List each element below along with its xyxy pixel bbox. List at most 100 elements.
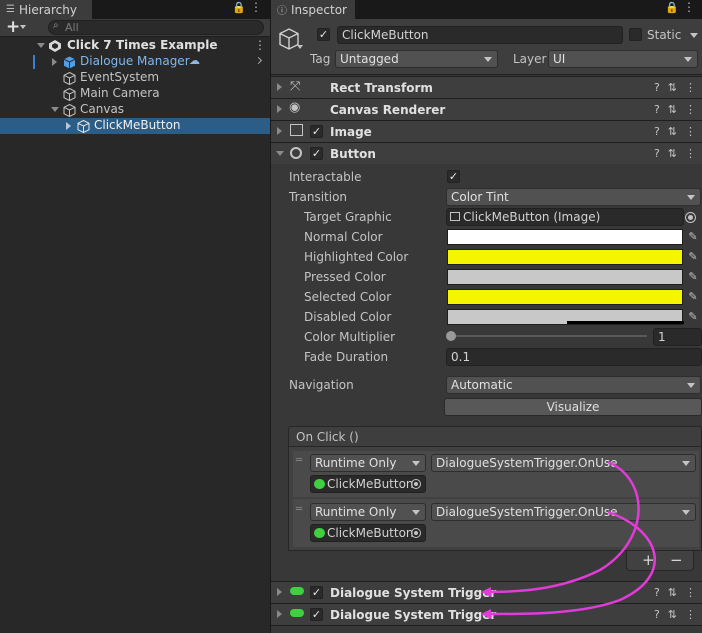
target-object-value: ClickMeButton	[327, 526, 414, 540]
add-event-button[interactable]: +	[642, 551, 655, 569]
visualize-button[interactable]: Visualize	[444, 398, 702, 416]
drag-handle-icon[interactable]: ═	[296, 455, 302, 466]
active-checkbox[interactable]: ✓	[317, 28, 330, 41]
transition-dropdown[interactable]: Color Tint	[446, 188, 701, 206]
component-button[interactable]: ✓ Button ? ⇅ ⋮	[271, 142, 702, 164]
static-checkbox[interactable]	[629, 28, 642, 41]
component-title: Button	[330, 146, 376, 161]
component-menu-icon[interactable]: ⋮	[685, 103, 696, 116]
object-name-field[interactable]: ClickMeButton	[337, 26, 623, 44]
remove-event-button[interactable]: −	[670, 551, 683, 569]
search-input[interactable]: ⌕ All	[48, 20, 264, 35]
layer-dropdown[interactable]: UI	[548, 50, 698, 68]
normal-color-swatch[interactable]	[447, 229, 683, 245]
target-graphic-field[interactable]: ClickMeButton (Image)	[446, 208, 684, 226]
function-dropdown[interactable]: DialogueSystemTrigger.OnUse	[431, 454, 696, 472]
component-dialogue-system-trigger[interactable]: ✓ Dialogue System Trigger ? ⇅ ⋮	[271, 581, 702, 603]
collapse-arrow-icon[interactable]	[276, 151, 284, 156]
expand-arrow-icon[interactable]	[277, 127, 282, 135]
chevron-right-icon[interactable]	[254, 56, 263, 65]
component-rect-transform[interactable]: ⤧ Rect Transform ? ⇅ ⋮	[271, 76, 702, 98]
pressed-color-swatch[interactable]	[447, 269, 683, 285]
drag-handle-icon[interactable]: ═	[296, 504, 302, 515]
eyedropper-icon[interactable]: ✎	[686, 230, 700, 244]
hierarchy-item-dialogue-manager[interactable]: Dialogue Manager ☁	[0, 54, 270, 70]
component-dialogue-system-trigger[interactable]: ✓ Dialogue System Trigger ? ⇅ ⋮	[271, 603, 702, 625]
component-canvas-renderer[interactable]: ◉ Canvas Renderer ? ⇅ ⋮	[271, 98, 702, 120]
kebab-menu-icon[interactable]: ⋮	[250, 0, 262, 14]
component-menu-icon[interactable]: ⋮	[685, 81, 696, 94]
preset-icon[interactable]: ⇅	[668, 81, 677, 94]
lock-icon[interactable]: 🔒	[665, 1, 679, 14]
preset-icon[interactable]: ⇅	[668, 586, 677, 599]
target-object-field[interactable]: ClickMeButton	[310, 524, 426, 542]
preset-icon[interactable]: ⇅	[668, 103, 677, 116]
object-picker-icon[interactable]	[411, 479, 421, 489]
fade-duration-field[interactable]: 0.1	[446, 348, 702, 366]
component-menu-icon[interactable]: ⋮	[685, 586, 696, 599]
expand-arrow-icon[interactable]	[51, 107, 59, 112]
expand-arrow-icon[interactable]	[277, 610, 282, 618]
help-icon[interactable]: ?	[654, 81, 660, 94]
selected-color-swatch[interactable]	[447, 289, 683, 305]
tab-inspector[interactable]: ⓘ Inspector	[271, 0, 355, 19]
disabled-color-swatch[interactable]	[447, 309, 684, 325]
function-dropdown[interactable]: DialogueSystemTrigger.OnUse	[431, 503, 696, 521]
preset-icon[interactable]: ⇅	[668, 125, 677, 138]
expand-arrow-icon[interactable]	[277, 83, 282, 91]
static-dropdown-icon[interactable]	[690, 33, 698, 38]
help-icon[interactable]: ?	[654, 608, 660, 621]
lock-icon[interactable]: 🔒	[232, 1, 246, 14]
component-enabled-checkbox[interactable]: ✓	[310, 586, 323, 599]
eyedropper-icon[interactable]: ✎	[686, 310, 700, 324]
interactable-checkbox[interactable]: ✓	[447, 170, 460, 183]
component-enabled-checkbox[interactable]: ✓	[310, 608, 323, 621]
static-label: Static	[647, 28, 682, 42]
help-icon[interactable]: ?	[654, 586, 660, 599]
kebab-menu-icon[interactable]: ⋮	[683, 0, 695, 14]
object-picker-icon[interactable]	[685, 212, 696, 223]
hierarchy-item-eventsystem[interactable]: EventSystem	[0, 70, 270, 86]
highlighted-color-swatch[interactable]	[447, 249, 683, 265]
color-multiplier-label: Color Multiplier	[304, 330, 396, 344]
color-multiplier-slider-track[interactable]	[446, 331, 647, 341]
runtime-mode-dropdown[interactable]: Runtime Only	[310, 503, 426, 521]
expand-arrow-icon[interactable]	[66, 122, 71, 130]
component-enabled-checkbox[interactable]: ✓	[310, 147, 323, 160]
scene-menu-icon[interactable]: ⋮	[254, 38, 266, 52]
navigation-dropdown[interactable]: Automatic	[446, 376, 701, 394]
object-picker-icon[interactable]	[411, 528, 421, 538]
component-menu-icon[interactable]: ⋮	[685, 608, 696, 621]
color-multiplier-field[interactable]: 1	[653, 328, 702, 346]
hierarchy-item-clickmebutton[interactable]: ClickMeButton	[0, 118, 270, 134]
icon-dropdown-icon[interactable]	[297, 45, 303, 49]
expand-arrow-icon[interactable]	[277, 588, 282, 596]
component-image[interactable]: ✓ Image ? ⇅ ⋮	[271, 120, 702, 142]
help-icon[interactable]: ?	[654, 147, 660, 160]
expand-arrow-icon[interactable]	[37, 43, 45, 48]
expand-arrow-icon[interactable]	[52, 58, 57, 66]
help-icon[interactable]: ?	[654, 103, 660, 116]
preset-icon[interactable]: ⇅	[668, 147, 677, 160]
component-menu-icon[interactable]: ⋮	[685, 125, 696, 138]
hierarchy-item-canvas[interactable]: Canvas	[0, 102, 270, 118]
component-actions: ? ⇅ ⋮	[654, 608, 696, 621]
target-object-field[interactable]: ClickMeButton	[310, 475, 426, 493]
expand-arrow-icon[interactable]	[277, 105, 282, 113]
preset-icon[interactable]: ⇅	[668, 608, 677, 621]
runtime-mode-dropdown[interactable]: Runtime Only	[310, 454, 426, 472]
on-click-list: ═ Runtime Only DialogueSystemTrigger.OnU…	[288, 447, 702, 551]
eyedropper-icon[interactable]: ✎	[686, 270, 700, 284]
hierarchy-item-main-camera[interactable]: Main Camera	[0, 86, 270, 102]
add-icon[interactable]: +	[6, 17, 20, 37]
color-multiplier-slider-handle[interactable]	[446, 331, 456, 341]
help-icon[interactable]: ?	[654, 125, 660, 138]
component-menu-icon[interactable]: ⋮	[685, 147, 696, 160]
component-enabled-checkbox[interactable]: ✓	[310, 125, 323, 138]
tag-dropdown[interactable]: Untagged	[335, 50, 498, 68]
eyedropper-icon[interactable]: ✎	[686, 290, 700, 304]
add-dropdown-icon[interactable]	[20, 25, 26, 29]
scene-row[interactable]: Click 7 Times Example ⋮	[0, 38, 270, 54]
eyedropper-icon[interactable]: ✎	[686, 250, 700, 264]
hierarchy-item-label: Main Camera	[80, 86, 160, 100]
